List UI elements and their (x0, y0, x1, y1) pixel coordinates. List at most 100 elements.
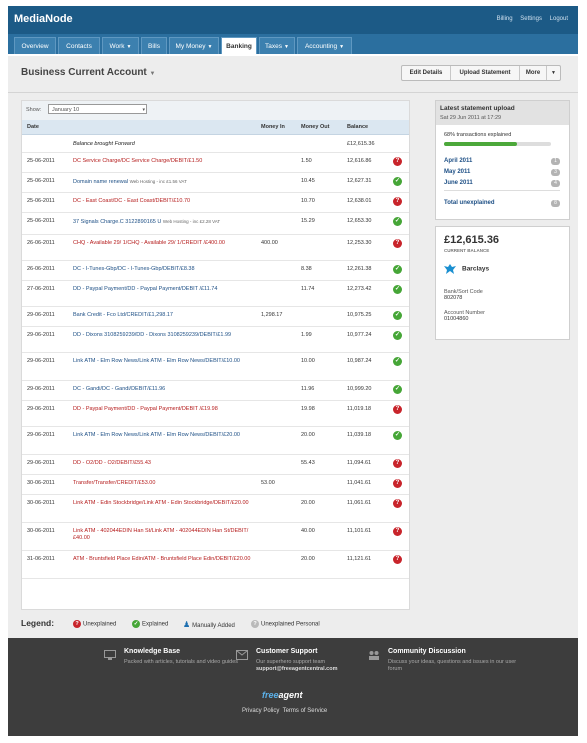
edit-details-button[interactable]: Edit Details (402, 66, 451, 80)
check-icon[interactable]: ✓ (393, 285, 402, 294)
row-money-out: 20.00 (301, 556, 315, 562)
unexplained-icon[interactable]: ? (393, 527, 402, 536)
logout-link[interactable]: Logout (550, 16, 568, 22)
check-icon[interactable]: ✓ (393, 331, 402, 340)
tab-accounting[interactable]: Accounting ▼ (297, 37, 352, 54)
unexplained-icon[interactable]: ? (393, 157, 402, 166)
table-row[interactable]: 29-06-2011 DD - Dixons 3108259239/DD - Di… (22, 326, 409, 353)
row-description[interactable]: DC Service Charge/DC Service Charge/DEBI… (73, 158, 251, 165)
table-row[interactable]: 30-06-2011 Link ATM - Edin Stockbridge/Li… (22, 494, 409, 523)
col-balance[interactable]: Balance (347, 124, 368, 130)
row-description[interactable]: DC - East Coast/DC - East Coast/DEBIT/£1… (73, 198, 251, 205)
table-row[interactable]: 29-06-2011 DD - Paypal Payment/DD - Paypa… (22, 400, 409, 427)
row-description[interactable]: DD - Dixons 3108259239/DD - Dixons 31082… (73, 332, 251, 339)
unexplained-icon[interactable]: ? (393, 499, 402, 508)
tab-my-money[interactable]: My Money ▼ (169, 37, 219, 54)
row-description[interactable]: DD - O2/DD - O2/DEBIT/£55.43 (73, 460, 251, 467)
row-money-out: 20.00 (301, 432, 315, 438)
table-row[interactable]: 25-06-2011 Domain name renewal Web Hostin… (22, 172, 409, 193)
row-description[interactable]: Link ATM - 402044EDIN Han St/Link ATM - … (73, 528, 251, 542)
table-row[interactable]: 26-06-2011 CHQ - Available 29/ 1/CHQ - Av… (22, 234, 409, 261)
table-row[interactable]: 29-06-2011 Link ATM - Elm Row News/Link A… (22, 426, 409, 455)
table-row[interactable]: 30-06-2011 Transfer/Transfer/CREDIT/£53.0… (22, 474, 409, 495)
col-money-out[interactable]: Money Out (301, 124, 329, 130)
row-date: 26-06-2011 (27, 266, 55, 272)
tab-work[interactable]: Work ▼ (102, 37, 139, 54)
support-email[interactable]: support@freeagentcentral.com (256, 666, 386, 673)
check-icon[interactable]: ✓ (393, 265, 402, 274)
unexplained-icon[interactable]: ? (393, 555, 402, 564)
table-row[interactable]: 25-06-2011 37 Signals Charge.C 3122890165… (22, 212, 409, 235)
chevron-down-icon: ▾ (142, 107, 145, 113)
upload-statement-button[interactable]: Upload Statement (451, 66, 520, 80)
tab-contacts[interactable]: Contacts (58, 37, 100, 54)
check-icon[interactable]: ✓ (393, 177, 402, 186)
row-description-text: ATM - Bruntsfield Place Edin/ATM - Brunt… (73, 556, 251, 562)
filter-bar: Show: January 10 ▾ (22, 101, 409, 120)
row-description[interactable]: ATM - Bruntsfield Place Edin/ATM - Brunt… (73, 556, 251, 563)
table-row[interactable]: 31-06-2011 ATM - Bruntsfield Place Edin/A… (22, 550, 409, 579)
billing-link[interactable]: Billing (497, 16, 513, 22)
tab-bills[interactable]: Bills (141, 37, 167, 54)
col-date[interactable]: Date (27, 124, 39, 130)
app-logo[interactable]: MediaNode (14, 13, 73, 25)
unexplained-icon[interactable]: ? (393, 197, 402, 206)
tab-banking[interactable]: Banking (221, 37, 257, 54)
table-row[interactable]: Balance brought Forward £12,615.36 (22, 135, 409, 153)
table-row[interactable]: 29-06-2011 Bank Credit - Fco Ltd/CREDIT/£… (22, 306, 409, 327)
table-row[interactable]: 29-06-2011 DC - Gandi/DC - Gandi/DEBIT/£1… (22, 380, 409, 401)
month-april[interactable]: April 2011 1 (444, 158, 560, 165)
chevron-down-icon: ▼ (207, 44, 213, 50)
unexplained-icon[interactable]: ? (393, 239, 402, 248)
check-icon[interactable]: ✓ (393, 431, 402, 440)
table-row[interactable]: 27-06-2011 DD - Paypal Payment/DD - Paypa… (22, 280, 409, 307)
terms-link[interactable]: Terms of Service (283, 708, 328, 714)
check-icon[interactable]: ✓ (393, 385, 402, 394)
total-unexplained[interactable]: Total unexplained 8 (444, 200, 560, 207)
unexplained-icon[interactable]: ? (393, 459, 402, 468)
table-row[interactable]: 26-06-2011 DC - I-Tunes-Gbp/DC - I-Tunes-… (22, 260, 409, 281)
row-balance: 11,121.61 (347, 556, 372, 562)
row-money-out: 10.70 (301, 198, 315, 204)
month-june[interactable]: June 2011 4 (444, 180, 560, 187)
unexplained-icon[interactable]: ? (393, 479, 402, 488)
period-select[interactable]: January 10 ▾ (48, 104, 147, 114)
tab-taxes[interactable]: Taxes ▼ (259, 37, 295, 54)
privacy-policy-link[interactable]: Privacy Policy (242, 708, 279, 714)
row-description[interactable]: CHQ - Available 29/ 1/CHQ - Available 29… (73, 240, 251, 247)
unexplained-icon[interactable]: ? (393, 405, 402, 414)
check-icon[interactable]: ✓ (393, 357, 402, 366)
col-money-in[interactable]: Money In (261, 124, 285, 130)
row-description[interactable]: DD - Paypal Payment/DD - Paypal Payment/… (73, 406, 251, 413)
table-row[interactable]: 25-06-2011 DC Service Charge/DC Service C… (22, 152, 409, 173)
table-row[interactable]: 29-06-2011 Link ATM - Elm Row News/Link A… (22, 352, 409, 381)
row-description[interactable]: Domain name renewal Web Hosting - inc £1… (73, 178, 251, 186)
bank-name: Barclays (444, 264, 489, 274)
chevron-down-icon[interactable]: ▼ (547, 66, 560, 80)
row-description[interactable]: DD - Paypal Payment/DD - Paypal Payment/… (73, 286, 251, 293)
page-title[interactable]: Business Current Account ▼ (21, 67, 156, 78)
freeagent-logo[interactable]: freeagent (262, 690, 303, 700)
row-date: 30-06-2011 (27, 480, 55, 486)
check-icon[interactable]: ✓ (393, 217, 402, 226)
settings-link[interactable]: Settings (520, 16, 542, 22)
table-row[interactable]: 29-06-2011 DD - O2/DD - O2/DEBIT/£55.43 55… (22, 454, 409, 475)
unexplained-icon: ? (73, 620, 81, 628)
row-description[interactable]: Link ATM - Elm Row News/Link ATM - Elm R… (73, 432, 251, 439)
row-description[interactable]: Link ATM - Elm Row News/Link ATM - Elm R… (73, 358, 251, 365)
row-description[interactable]: Link ATM - Edin Stockbridge/Link ATM - E… (73, 500, 251, 507)
table-row[interactable]: 30-06-2011 Link ATM - 402044EDIN Han St/L… (22, 522, 409, 551)
row-description[interactable]: Bank Credit - Fco Ltd/CREDIT/£1,298.17 (73, 312, 251, 319)
tab-overview[interactable]: Overview (14, 37, 56, 54)
legend-personal: ? Unexplained Personal (251, 620, 320, 628)
table-row[interactable]: 25-06-2011 DC - East Coast/DC - East Coas… (22, 192, 409, 213)
row-balance: 12,273.42 (347, 286, 372, 292)
more-button[interactable]: More (520, 66, 547, 80)
row-balance: 12,627.31 (347, 178, 372, 184)
row-description[interactable]: DC - I-Tunes-Gbp/DC - I-Tunes-Gbp/DEBIT/… (73, 266, 251, 273)
check-icon[interactable]: ✓ (393, 311, 402, 320)
row-description[interactable]: DC - Gandi/DC - Gandi/DEBIT/£11.96 (73, 386, 251, 393)
month-may[interactable]: May 2011 3 (444, 169, 560, 176)
row-description[interactable]: Transfer/Transfer/CREDIT/£53.00 (73, 480, 251, 487)
row-description[interactable]: 37 Signals Charge.C 3122890165 U Web Hos… (73, 218, 251, 226)
